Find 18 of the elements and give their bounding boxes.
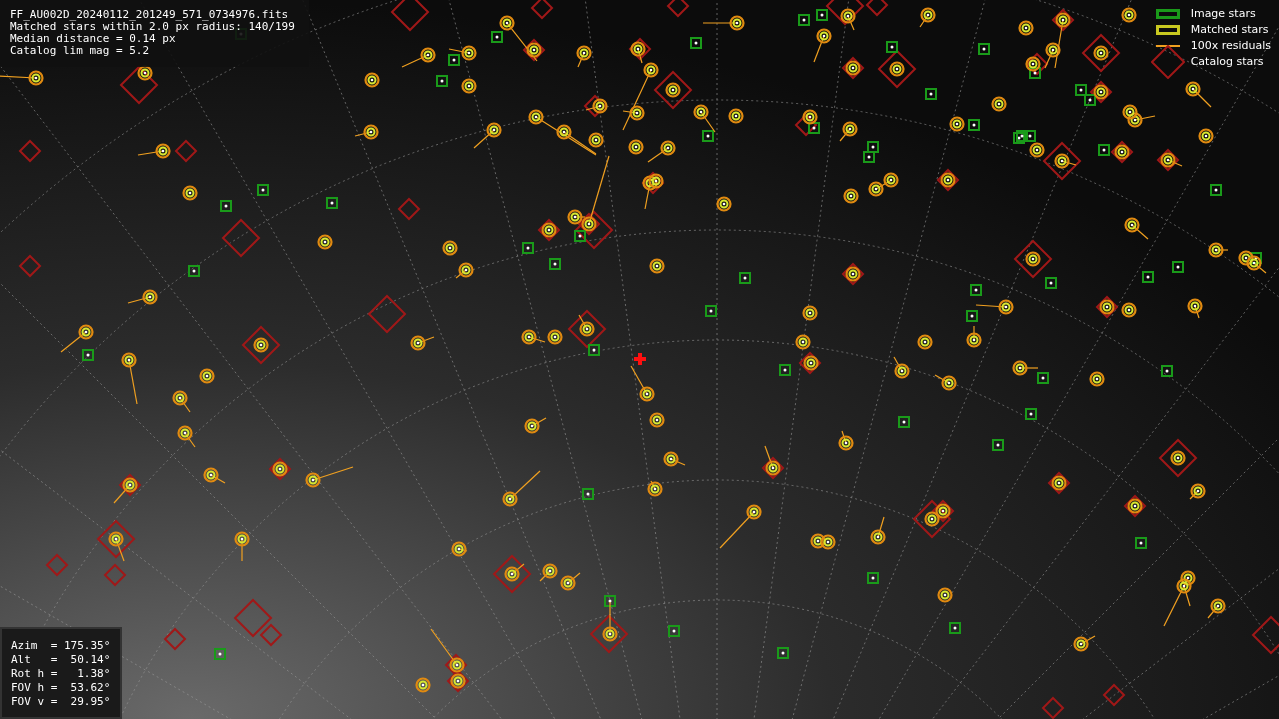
legend-label: 100x residuals [1190, 39, 1271, 53]
pointing-text: Alt = 50.14° [11, 653, 111, 667]
catalog-diamond-icon [1150, 45, 1185, 79]
legend-label: Catalog stars [1190, 55, 1264, 69]
info-text: Catalog lim mag = 5.2 [10, 45, 151, 57]
residual-line-icon [1155, 45, 1180, 47]
pointing-text: FOV v = 29.95° [11, 695, 111, 709]
info-text: Median distance = 0.14 px [10, 33, 177, 45]
legend-label: Image stars [1190, 7, 1256, 21]
info-text: FF_AU002D_20240112_201249_571_0734976.fits [10, 9, 290, 21]
matched-star-swatch-icon [1155, 25, 1180, 35]
center-cross-icon [634, 353, 646, 365]
pointing-text: FOV h = 53.62° [11, 681, 111, 695]
pointing-text: Azim = 175.35° [11, 639, 111, 653]
image-star-swatch-icon [1155, 9, 1180, 19]
legend-label: Matched stars [1190, 23, 1269, 37]
pointing-text: Rot h = 1.38° [11, 667, 111, 681]
info-text: Matched stars within 2.0 px radius: 140/199 [10, 21, 295, 33]
